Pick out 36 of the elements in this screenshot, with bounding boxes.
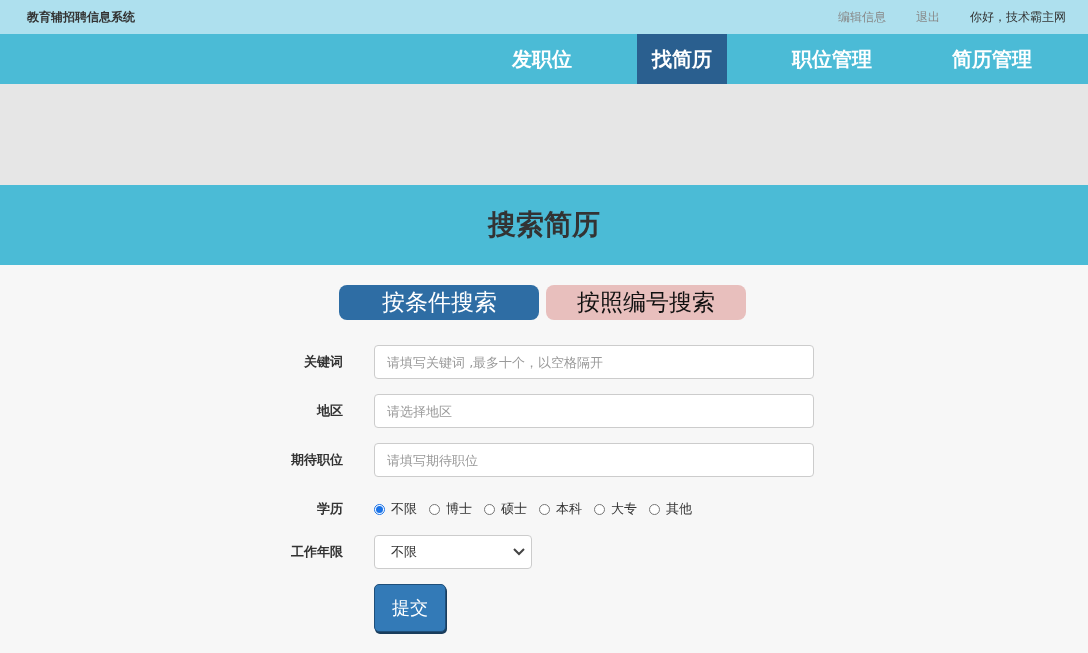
radio-option[interactable]: 不限	[374, 500, 417, 518]
input-field[interactable]: 请填写关键词 ,最多十个，以空格隔开	[374, 345, 814, 379]
radio-label: 本科	[556, 500, 582, 518]
radio-option[interactable]: 硕士	[484, 500, 527, 518]
radio-option[interactable]: 本科	[539, 500, 582, 518]
greeting: 你好，技术霸主网	[970, 8, 1066, 26]
radio-button[interactable]	[594, 503, 605, 515]
radio-button[interactable]	[429, 503, 440, 515]
field-label: 地区	[315, 402, 343, 420]
radio-button[interactable]	[484, 503, 495, 515]
radio-button[interactable]	[649, 503, 660, 515]
page-title: 搜索简历	[488, 207, 600, 243]
submit-button[interactable]: 提交	[374, 584, 446, 632]
system-name: 教育辅招聘信息系统	[27, 8, 135, 26]
select-value: 不限	[391, 543, 417, 561]
field-label: 工作年限	[290, 543, 343, 561]
radio-label: 其他	[666, 500, 692, 518]
field-label: 学历	[316, 500, 343, 518]
input-field[interactable]: 请选择地区	[374, 394, 814, 428]
work-years-select[interactable]: 不限	[374, 535, 532, 569]
radio-button[interactable]	[539, 503, 550, 515]
radio-option[interactable]: 大专	[594, 500, 637, 518]
nav-item[interactable]: 找简历	[637, 34, 727, 84]
search-tab[interactable]: 按照编号搜索	[546, 285, 746, 320]
radio-option[interactable]: 其他	[649, 500, 692, 518]
search-tab[interactable]: 按条件搜索	[339, 285, 539, 320]
radio-option[interactable]: 博士	[429, 500, 472, 518]
chevron-down-icon	[513, 548, 525, 556]
input-field[interactable]: 请填写期待职位	[374, 443, 814, 477]
radio-label: 硕士	[501, 500, 527, 518]
field-label: 关键词	[303, 353, 343, 371]
radio-button[interactable]	[374, 503, 385, 515]
field-label: 期待职位	[290, 451, 343, 469]
radio-label: 大专	[611, 500, 637, 518]
radio-label: 博士	[446, 500, 472, 518]
radio-label: 不限	[391, 500, 417, 518]
